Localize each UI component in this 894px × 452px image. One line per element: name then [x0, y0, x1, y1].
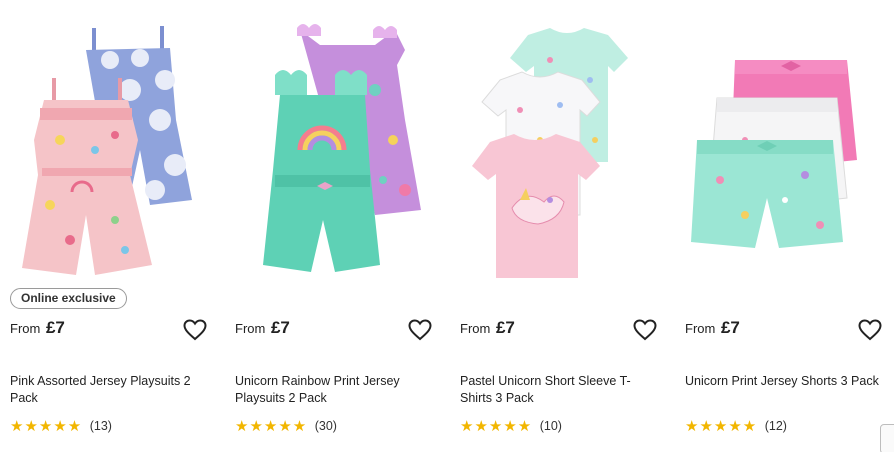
heart-outline-icon [858, 319, 882, 341]
wishlist-button[interactable] [408, 319, 432, 341]
product-card[interactable]: Online exclusive From £7 Pink Assorted J… [0, 0, 215, 452]
heart-outline-icon [183, 319, 207, 341]
wishlist-button[interactable] [858, 319, 882, 341]
price-prefix: From [685, 321, 716, 336]
product-title[interactable]: Unicorn Rainbow Print Jersey Playsuits 2… [235, 373, 435, 407]
price-amount: £7 [720, 318, 740, 337]
price: From £7 [235, 318, 290, 338]
price-prefix: From [460, 321, 491, 336]
product-card[interactable]: From £7 Unicorn Rainbow Print Jersey Pla… [225, 0, 440, 452]
heart-outline-icon [408, 319, 432, 341]
price-amount: £7 [270, 318, 290, 337]
wishlist-button[interactable] [183, 319, 207, 341]
review-count: (10) [539, 419, 562, 433]
price-prefix: From [235, 321, 266, 336]
wishlist-button[interactable] [633, 319, 657, 341]
price-prefix: From [10, 321, 41, 336]
scroll-to-top-button[interactable] [880, 424, 894, 452]
rating[interactable]: ★★★★★ (13) [10, 417, 112, 435]
rating[interactable]: ★★★★★ (30) [235, 417, 337, 435]
star-rating-icons: ★★★★★ [685, 418, 758, 435]
product-card[interactable]: From £7 Pastel Unicorn Short Sleeve T-Sh… [450, 0, 665, 452]
product-image[interactable] [0, 0, 215, 285]
product-title[interactable]: Pastel Unicorn Short Sleeve T-Shirts 3 P… [460, 373, 660, 407]
review-count: (12) [764, 419, 787, 433]
price: From £7 [460, 318, 515, 338]
star-rating-icons: ★★★★★ [460, 418, 533, 435]
pastel-unicorn-tshirts-image [472, 28, 628, 278]
product-card[interactable]: From £7 Unicorn Print Jersey Shorts 3 Pa… [675, 0, 890, 452]
unicorn-rainbow-playsuits-image [263, 24, 421, 272]
unicorn-shorts-image [691, 60, 857, 248]
product-grid: Online exclusive From £7 Pink Assorted J… [0, 0, 894, 452]
price-amount: £7 [495, 318, 515, 337]
price: From £7 [10, 318, 65, 338]
product-image[interactable] [675, 0, 890, 285]
price: From £7 [685, 318, 740, 338]
review-count: (13) [89, 419, 112, 433]
review-count: (30) [314, 419, 337, 433]
rating[interactable]: ★★★★★ (10) [460, 417, 562, 435]
star-rating-icons: ★★★★★ [10, 418, 83, 435]
product-image[interactable] [225, 0, 440, 285]
product-image[interactable] [450, 0, 665, 285]
product-title[interactable]: Unicorn Print Jersey Shorts 3 Pack [685, 373, 885, 390]
star-rating-icons: ★★★★★ [235, 418, 308, 435]
product-title[interactable]: Pink Assorted Jersey Playsuits 2 Pack [10, 373, 210, 407]
online-exclusive-badge: Online exclusive [10, 288, 127, 309]
price-amount: £7 [45, 318, 65, 337]
pink-playsuits-image [22, 26, 192, 275]
heart-outline-icon [633, 319, 657, 341]
rating[interactable]: ★★★★★ (12) [685, 417, 787, 435]
